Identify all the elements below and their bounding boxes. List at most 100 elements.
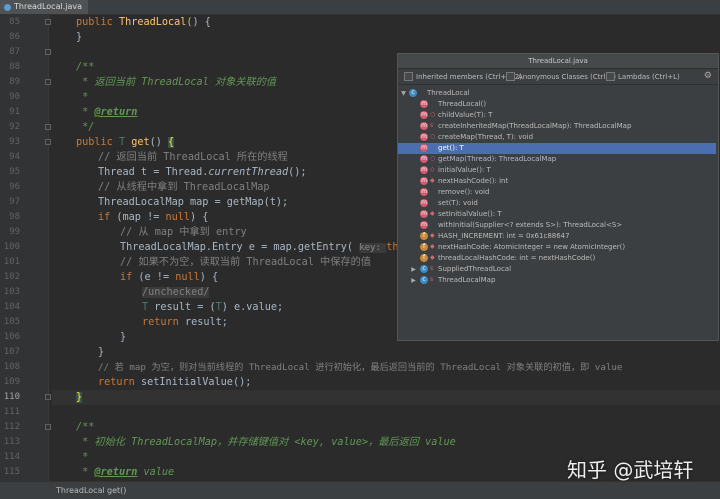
field-icon: f [420,232,428,240]
fold-marker-icon[interactable] [45,394,51,400]
visibility-icon [430,189,435,195]
checkbox-icon [506,72,515,81]
method-icon: m [420,133,428,141]
structure-member-item[interactable]: m ◇ initialValue(): T [398,165,716,176]
code-line: return setInitialValue(); [98,377,252,388]
member-label: getMap(Thread): ThreadLocalMap [438,155,557,163]
expand-arrow-icon[interactable]: ▼ [400,88,407,99]
visibility-icon: ○ [430,133,436,140]
visibility-icon: ◆ [430,177,435,184]
line-number: 89 [9,77,20,87]
line-number: 105 [3,317,20,327]
unchecked-annotation: /unchecked/ [142,287,210,298]
lambdas-checkbox[interactable]: Lambdas (Ctrl+L) [606,72,680,81]
structure-member-item[interactable]: m s createInheritedMap(ThreadLocalMap): Th… [398,121,716,132]
line-number: 85 [9,17,20,27]
structure-member-item[interactable]: m ○ getMap(Thread): ThreadLocalMap [398,154,716,165]
structure-member-item[interactable]: m ◆ setInitialValue(): T [398,209,716,220]
structure-member-item[interactable]: m set(T): void [398,198,716,209]
code-line: } [76,32,83,43]
breadcrumb-method[interactable]: get() [107,482,126,499]
structure-member-item[interactable]: m remove(): void [398,187,716,198]
watermark: 知乎 @武培轩 [567,458,694,482]
gear-icon[interactable]: ⚙ [704,71,712,81]
line-number: 115 [3,467,20,477]
method-icon: m [420,177,428,185]
structure-member-item[interactable]: m ○ childValue(T): T [398,110,716,121]
popup-options: Inherited members (Ctrl+F12) Anonymous C… [398,69,718,85]
structure-member-item[interactable]: m withInitial(Supplier<? extends S>): Thr… [398,220,716,231]
fold-marker-icon[interactable] [45,49,51,55]
structure-member-item[interactable]: ▶ c s ThreadLocalMap [398,275,716,286]
visibility-icon: ◆ [430,254,435,261]
fold-marker-icon[interactable] [45,19,51,25]
member-label: get(): T [438,144,464,152]
line-number: 111 [3,407,20,417]
inherited-members-checkbox[interactable]: Inherited members (Ctrl+F12) [404,72,522,81]
anonymous-classes-checkbox[interactable]: Anonymous Classes (Ctrl+I) [506,72,616,81]
structure-member-item[interactable]: m ◆ nextHashCode(): int [398,176,716,187]
structure-member-item[interactable]: f ◆ threadLocalHashCode: int = nextHashCod… [398,253,716,264]
member-label: childValue(T): T [438,111,493,119]
doc-comment-line: * 初始化 ThreadLocalMap，并存储键值对 <key, value>… [76,437,456,448]
structure-member-item[interactable]: f ◆ nextHashCode: AtomicInteger = new Atom… [398,242,716,253]
line-number: 101 [3,257,20,267]
structure-member-item[interactable]: m get(): T [398,143,716,154]
line-number: 86 [9,32,20,42]
code-line: public ThreadLocal() { [76,17,211,28]
member-label: threadLocalHashCode: int = nextHashCode(… [438,254,596,262]
structure-member-item[interactable]: m ThreadLocal() [398,99,716,110]
status-bar: ThreadLocal › get() [0,481,720,499]
visibility-icon: ◆ [430,232,435,239]
fold-marker-icon[interactable] [45,139,51,145]
file-structure-popup[interactable]: ThreadLocal.java Inherited members (Ctrl… [397,53,719,341]
line-number: 90 [9,92,20,102]
visibility-icon [430,200,435,206]
field-icon: f [420,254,428,262]
method-icon: m [420,210,428,218]
popup-title: ThreadLocal.java [398,54,718,69]
line-number: 109 [3,377,20,387]
line-number: 100 [3,242,20,252]
code-line: } [98,347,105,358]
class-icon: c [409,89,417,97]
tree-root-class[interactable]: ▼ c ThreadLocal [398,88,716,99]
expand-arrow-icon[interactable]: ▶ [410,275,417,286]
member-label: createMap(Thread, T): void [438,133,534,141]
member-label: nextHashCode: AtomicInteger = new Atomic… [438,243,626,251]
line-number: 91 [9,107,20,117]
fold-marker-icon[interactable] [45,124,51,130]
line-number: 93 [9,137,20,147]
line-number: 108 [3,362,20,372]
line-number: 114 [3,452,20,462]
class-icon: c [420,276,428,284]
fold-marker-icon[interactable] [45,424,51,430]
line-number: 94 [9,152,20,162]
expand-arrow-icon[interactable]: ▶ [410,264,417,275]
method-icon: m [420,155,428,163]
fold-marker-icon[interactable] [45,79,51,85]
line-number: 106 [3,332,20,342]
file-tab[interactable]: ThreadLocal.java [0,0,89,14]
visibility-icon: s [430,276,434,283]
field-icon: f [420,243,428,251]
code-line-current: } [52,390,720,405]
visibility-icon: ◇ [430,166,435,173]
breadcrumb-separator-icon: › [97,486,101,495]
method-icon: m [420,188,428,196]
structure-member-item[interactable]: f ◆ HASH_INCREMENT: int = 0x61c88647 [398,231,716,242]
line-number: 98 [9,212,20,222]
method-icon: m [420,199,428,207]
member-label: set(T): void [438,199,478,207]
method-icon: m [420,221,428,229]
member-label: nextHashCode(): int [438,177,509,185]
visibility-icon: ◆ [430,243,435,250]
line-number: 113 [3,437,20,447]
line-number: 92 [9,122,20,132]
visibility-icon: s [430,122,434,129]
method-icon: m [420,166,428,174]
line-number: 95 [9,167,20,177]
option-label: Lambdas (Ctrl+L) [618,72,680,81]
structure-member-item[interactable]: m ○ createMap(Thread, T): void [398,132,716,143]
structure-member-item[interactable]: ▶ c s SuppliedThreadLocal [398,264,716,275]
